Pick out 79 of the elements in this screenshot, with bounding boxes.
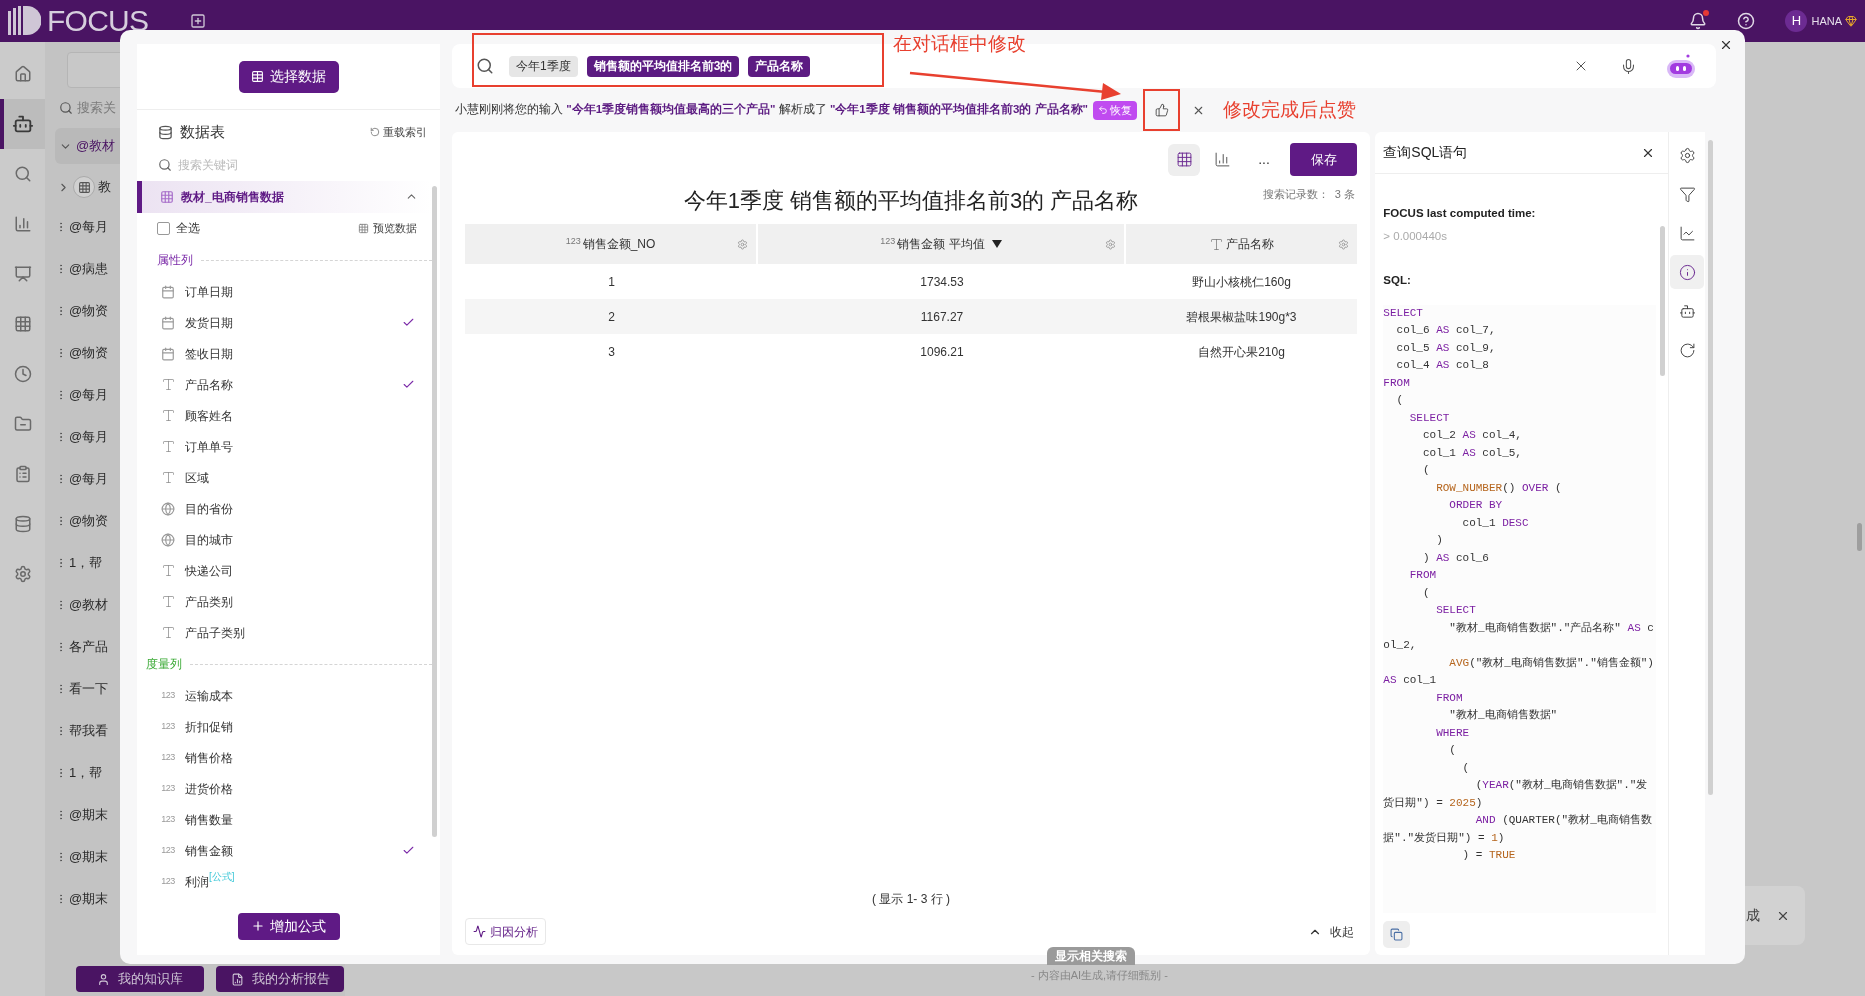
table-cell-text: 自然开心果210g xyxy=(1197,343,1286,361)
number-type-label: 123 xyxy=(161,781,175,795)
field-label: 销售数量 xyxy=(185,811,233,829)
history-label: @期末 xyxy=(69,848,109,867)
computed-time-label: FOCUS last computed time: xyxy=(1383,206,1537,221)
field-label: 折扣促销 xyxy=(185,718,233,736)
table-cell-text: 1167.27 xyxy=(919,308,965,326)
computed-time-value: > 0.000440s xyxy=(1383,229,1448,245)
history-label: @物资 xyxy=(69,344,109,363)
field-label: 进货价格 xyxy=(185,780,233,798)
history-label: @病患 xyxy=(69,260,109,279)
user-name: HANA xyxy=(1811,13,1842,29)
table-cell-text: 野山小核桃仁160g xyxy=(1191,273,1292,291)
section-label: 度量列 xyxy=(146,656,182,673)
number-type-label: 123 xyxy=(161,874,175,888)
history-label: 看一下 xyxy=(69,680,108,699)
field-label: 销售价格 xyxy=(185,749,233,767)
panel-title: 查询SQL语句 xyxy=(1383,143,1468,162)
history-label: @期末 xyxy=(69,890,109,909)
field-label: 顾客姓名 xyxy=(185,407,233,425)
column-label: 销售金额 平均值 xyxy=(897,236,985,253)
folder-label: @教材 xyxy=(76,137,116,156)
field-label: 目的城市 xyxy=(185,531,233,549)
field-label: 产品类别 xyxy=(185,593,233,611)
table-name: 教材_电商销售数据 xyxy=(181,188,284,206)
number-type-label: 123 xyxy=(161,812,175,826)
field-label: 目的省份 xyxy=(185,500,233,518)
table-cell-text: 1 xyxy=(607,273,616,291)
field-label: 运输成本 xyxy=(185,687,233,705)
history-label: @每月 xyxy=(69,470,109,489)
result-title: 今年1季度 销售额的平均值排名前3的 产品名称 xyxy=(683,186,1139,215)
column-label: 产品名称 xyxy=(1226,236,1274,253)
number-type-label: 123 xyxy=(161,843,175,857)
history-label: 各产品 xyxy=(69,638,108,657)
field-label: 销售金额 xyxy=(185,842,233,860)
history-label: @物资 xyxy=(69,512,109,531)
table-cell-text: 碧根果椒盐味190g*3 xyxy=(1185,308,1298,326)
table-cell-text: 3 xyxy=(607,343,616,361)
field-label: 利润 xyxy=(185,874,209,891)
toast: 成 xyxy=(1745,886,1805,945)
parse-notice: 小慧刚刚将您的输入 "今年1季度销售额均值最高的三个产品" 解析成了 "今年1季度 销售额的平均值排名前3的 产品名称" xyxy=(455,101,1088,118)
table-cell-text: 1096.21 xyxy=(919,343,965,361)
field-label: 产品名称 xyxy=(185,376,233,394)
logo-text: FOCUS xyxy=(47,6,149,36)
section-label: 属性列 xyxy=(157,252,193,269)
sql-label: SQL: xyxy=(1383,272,1412,288)
field-label: 订单日期 xyxy=(185,283,233,301)
history-label: @物资 xyxy=(69,302,109,321)
number-type-label: 123 xyxy=(565,234,581,248)
history-label: 帮我看 xyxy=(69,722,108,741)
field-label: 快递公司 xyxy=(185,562,233,580)
field-label: 发货日期 xyxy=(185,314,233,332)
history-label: 1，帮 xyxy=(69,764,103,783)
annotation-text: 修改完成后点赞 xyxy=(1223,97,1356,122)
select-all-label: 全选 xyxy=(176,220,200,238)
record-count: 搜索记录数： 3 条 xyxy=(1262,187,1355,202)
history-label: @教材 xyxy=(69,596,109,615)
table-cell-text: 2 xyxy=(607,308,616,326)
number-type-label: 123 xyxy=(880,234,896,248)
number-type-label: 123 xyxy=(161,688,175,702)
column-label: 销售金额_NO xyxy=(582,236,656,253)
formula-tag: [公式] xyxy=(209,869,235,884)
search-placeholder: 搜索关 xyxy=(77,99,116,118)
field-label: 产品子类别 xyxy=(185,624,245,642)
history-label: @每月 xyxy=(69,218,109,237)
field-label: 签收日期 xyxy=(185,345,233,363)
number-type-label: 123 xyxy=(161,750,175,764)
history-label: @每月 xyxy=(69,386,109,405)
dataset-label: 教 xyxy=(98,178,111,197)
number-type-label: 123 xyxy=(161,719,175,733)
field-label: 订单单号 xyxy=(185,438,233,456)
field-label: 区域 xyxy=(185,469,209,487)
history-label: @每月 xyxy=(69,428,109,447)
disclaimer: - 内容由AI生成,请仔细甄别 - xyxy=(1031,968,1168,983)
panel-title: 数据表 xyxy=(180,121,225,142)
rows-shown-label: ( 显示 1- 3 行 ) xyxy=(872,891,950,908)
history-label: 1，帮 xyxy=(69,554,103,573)
table-cell-text: 1734.53 xyxy=(919,273,965,291)
history-label: @期末 xyxy=(69,806,109,825)
